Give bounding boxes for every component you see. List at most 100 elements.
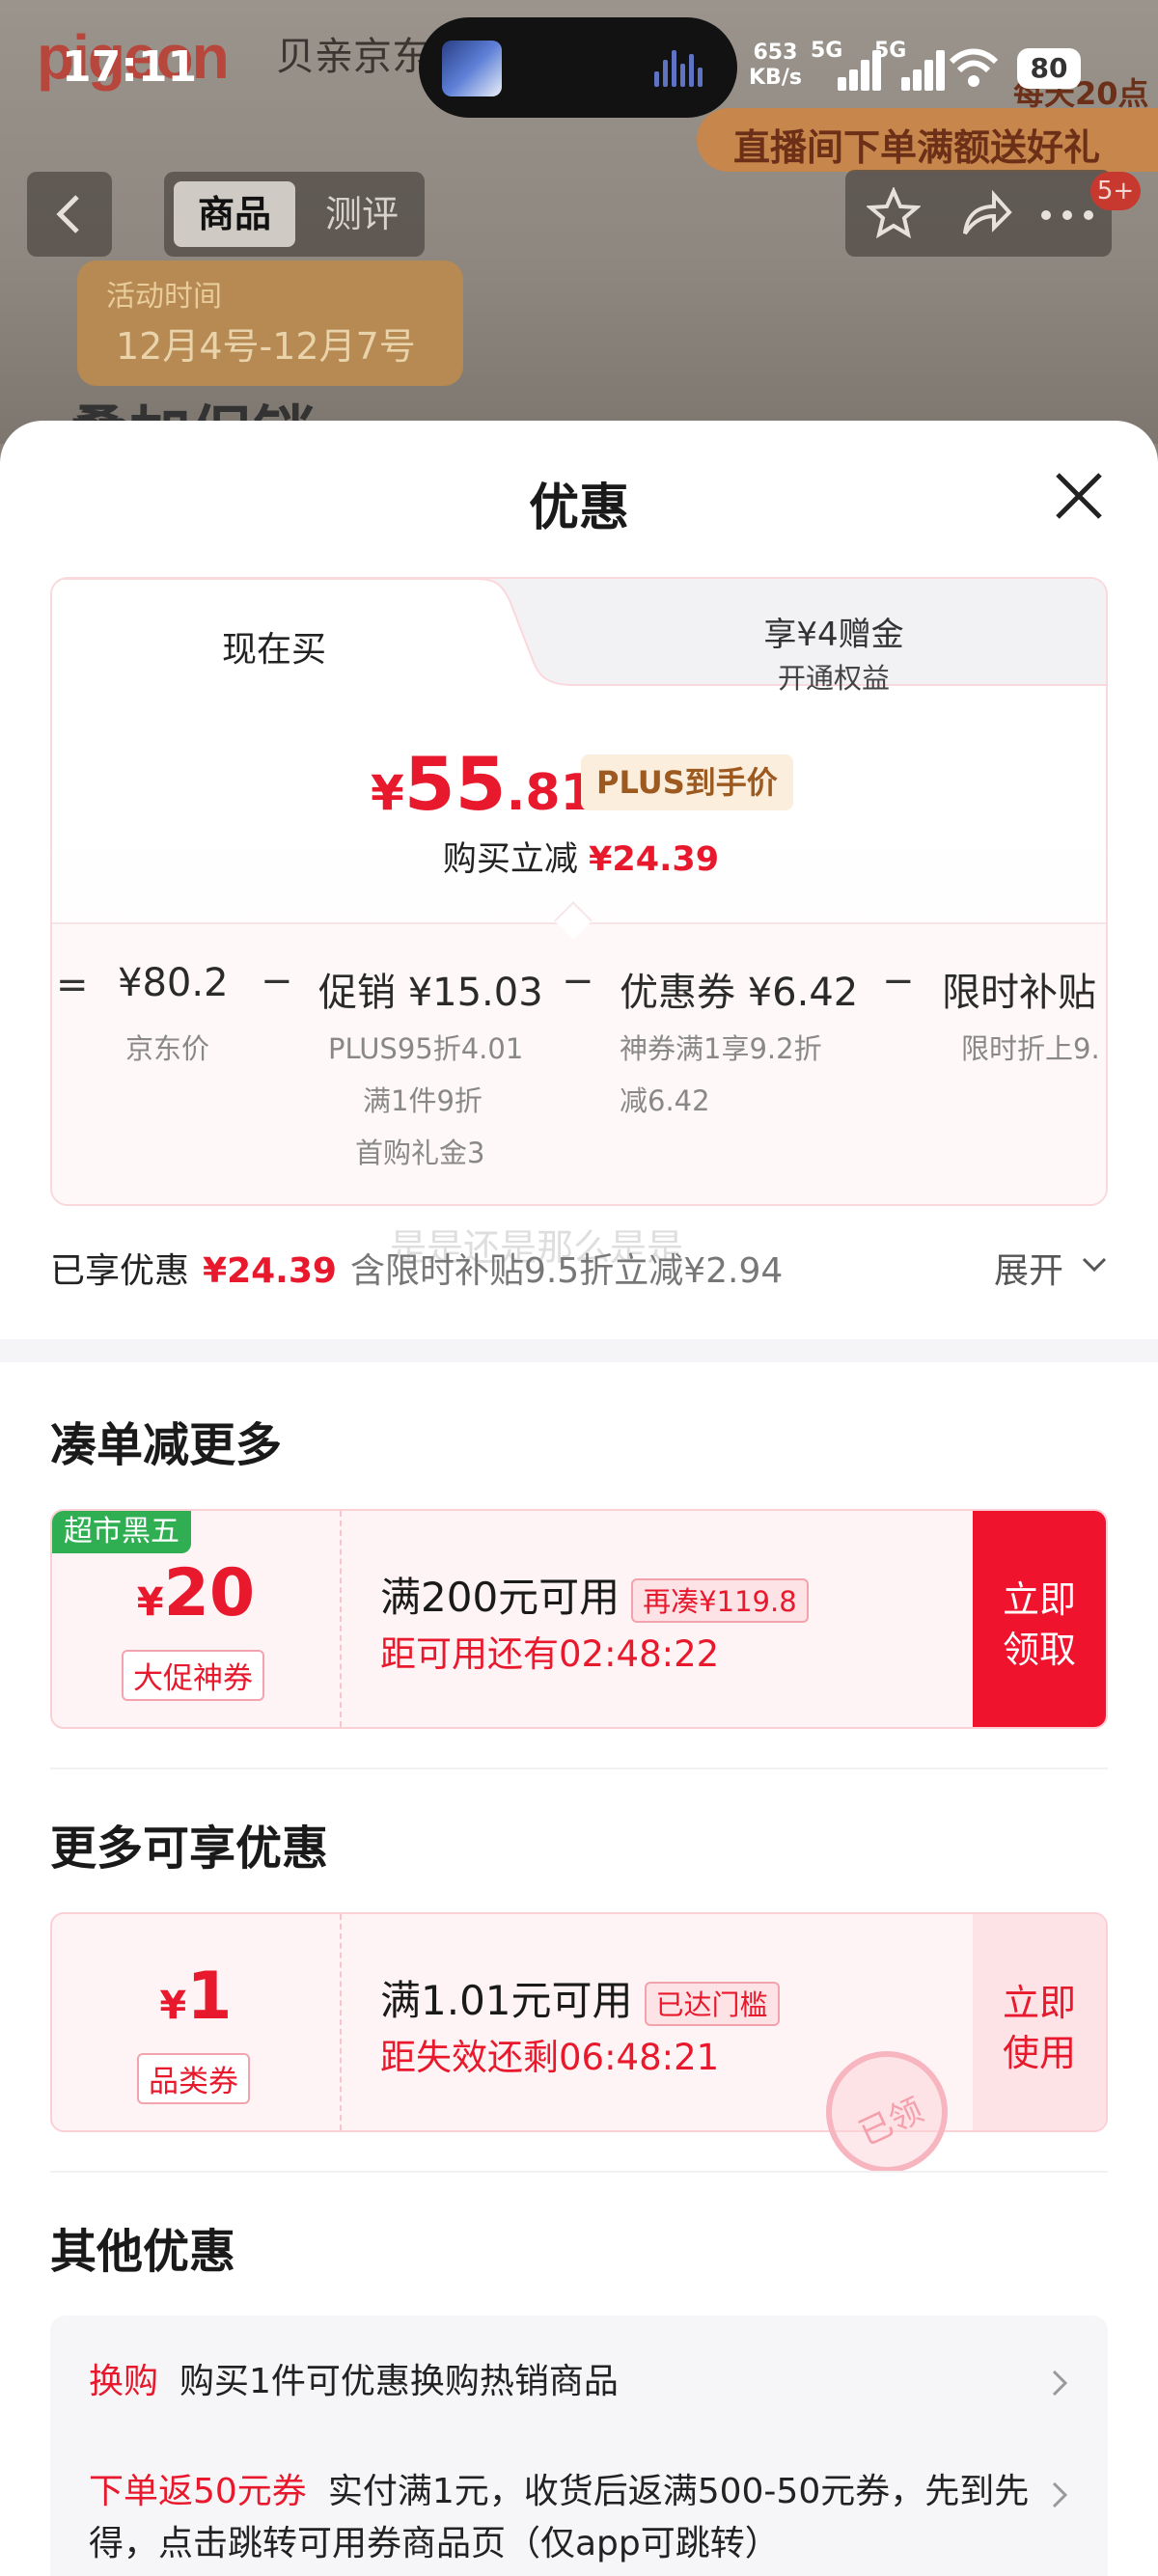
breakdown-jd-price: ¥80.2 xyxy=(118,961,229,1005)
signal-type-1: 5G xyxy=(811,39,843,63)
price-card: 现在买 享¥4赠金 开通权益 ¥55.81 PLUS到手价 购买立减 ¥24.3… xyxy=(50,577,1108,1206)
offer-row-cashback[interactable]: 下单返50元券 实付满1元，收货后返满500-50元券，先到先得，点击跳转可用券商… xyxy=(89,2466,1034,2570)
coupon-kind: 品类券 xyxy=(137,2053,250,2104)
use-button-line2: 使用 xyxy=(1002,2032,1076,2074)
coupon-timer: 距失效还剩06:48:21 xyxy=(380,2037,720,2078)
expand-button[interactable]: 展开 xyxy=(994,1243,1107,1293)
offer-text: 购买1件可优惠换购热销商品 xyxy=(179,2362,619,2401)
offer-row-exchange[interactable]: 换购 购买1件可优惠换购热销商品 xyxy=(89,2356,1015,2408)
page-tabs: 商品 测评 xyxy=(164,172,425,257)
price-currency: ¥ xyxy=(371,765,404,821)
section-title-more-save: 凑单减更多 xyxy=(50,1418,283,1472)
coupon-currency: ¥ xyxy=(159,1984,187,2028)
status-time: 17:11 xyxy=(62,42,198,92)
chevron-right-icon[interactable] xyxy=(1050,2480,1069,2510)
use-button[interactable]: 立即 使用 xyxy=(973,1914,1106,2130)
coupon-value: 20 xyxy=(163,1555,256,1631)
offer-label: 换购 xyxy=(89,2362,159,2401)
section-gap xyxy=(0,1339,1158,1362)
coupon-card-black-friday: 超市黑五 ¥20 大促神券 满200元可用 再凑¥119.8 距可用还有02:48… xyxy=(50,1509,1108,1729)
instant-reduction: 购买立减 ¥24.39 xyxy=(52,832,1106,881)
coupon-condition: 满200元可用 再凑¥119.8 xyxy=(380,1565,809,1624)
sheet-title: 优惠 xyxy=(528,480,629,537)
tab-goods[interactable]: 商品 xyxy=(174,181,295,247)
breakdown-promo: 促销 ¥15.03 xyxy=(318,971,543,1015)
coupon-value: 1 xyxy=(186,1959,233,2035)
activity-date: 12月4号-12月7号 xyxy=(116,325,416,368)
breakdown-sub: 满1件9折 xyxy=(363,1084,482,1117)
coupon-currency: ¥ xyxy=(136,1580,164,1625)
reduction-label: 购买立减 xyxy=(442,840,578,879)
discount-sheet: 优惠 现在买 享¥4赠金 开通权益 ¥55.81 PLUS到手价 购买立减 ¥2… xyxy=(0,421,1158,2576)
claim-button-line2: 领取 xyxy=(1002,1629,1076,1671)
chevron-down-icon xyxy=(1082,1257,1107,1273)
coupon-card-category: ¥1 品类券 满1.01元可用 已达门槛 距失效还剩06:48:21 立即 使用 xyxy=(50,1912,1108,2132)
claimed-stamp-text: 已领 xyxy=(853,2091,929,2154)
plus-price-tag: PLUS到手价 xyxy=(581,754,793,810)
dynamic-island xyxy=(419,17,737,118)
offer-label: 下单返50元券 xyxy=(89,2472,307,2511)
breakdown-sub: 限时折上9. xyxy=(961,1032,1100,1065)
audio-wave-icon xyxy=(654,50,710,87)
breakdown-operator: − xyxy=(261,959,293,1003)
star-icon[interactable] xyxy=(867,187,921,239)
tab-plus-bonus[interactable]: 享¥4赠金 xyxy=(583,608,1085,655)
use-button-line1: 立即 xyxy=(1002,1982,1076,2024)
wifi-icon xyxy=(949,48,999,87)
coupon-gap-tag: 再凑¥119.8 xyxy=(631,1577,809,1623)
tab-plus-subtitle: 开通权益 xyxy=(777,662,890,695)
section-title-other: 其他优惠 xyxy=(50,2225,236,2279)
claim-button[interactable]: 立即 领取 xyxy=(973,1511,1106,1727)
reduction-value: ¥24.39 xyxy=(589,840,720,879)
tab-buy-now[interactable]: 现在买 xyxy=(52,621,496,671)
back-arrow-icon xyxy=(56,195,79,233)
enjoyed-detail: 含限时补贴9.5折立减¥2.94 xyxy=(349,1251,784,1291)
price-integer: 55 xyxy=(403,741,507,827)
back-button[interactable] xyxy=(27,172,112,257)
chevron-right-icon[interactable] xyxy=(1050,2368,1069,2398)
enjoyed-label: 已享优惠 xyxy=(50,1251,190,1291)
battery-indicator: 80 xyxy=(1017,48,1081,89)
enjoyed-value: ¥24.39 xyxy=(203,1251,337,1291)
final-price: ¥55.81 xyxy=(371,741,595,827)
coupon-condition-text: 满200元可用 xyxy=(380,1574,620,1621)
breakdown-coupon: 优惠券 ¥6.42 xyxy=(620,971,859,1015)
close-icon[interactable] xyxy=(1052,469,1106,523)
breakdown-operator: − xyxy=(882,959,915,1003)
divider xyxy=(50,2171,1108,2173)
breakdown-operator: − xyxy=(562,959,594,1003)
coupon-amount: ¥1 xyxy=(52,1959,340,2035)
breakdown-sub: 减6.42 xyxy=(620,1084,710,1117)
coupon-condition: 满1.01元可用 已达门槛 xyxy=(380,1968,780,2027)
breakdown-sub: 神券满1享9.2折 xyxy=(620,1032,822,1065)
coupon-amount: ¥20 xyxy=(52,1555,340,1631)
coupon-condition-text: 满1.01元可用 xyxy=(380,1977,633,2024)
black-friday-tag: 超市黑五 xyxy=(52,1511,191,1553)
activity-title: 活动时间 xyxy=(106,280,222,314)
breakdown-subsidy: 限时补贴 ¥ xyxy=(942,971,1106,1015)
signal-icon: 5G xyxy=(811,39,881,91)
tab-review[interactable]: 测评 xyxy=(309,181,415,247)
signal-icon: 5G xyxy=(874,39,945,91)
other-offers-box: 换购 购买1件可优惠换购热销商品 下单返50元券 实付满1元，收货后返满500-50… xyxy=(50,2316,1108,2576)
coupon-timer: 距可用还有02:48:22 xyxy=(380,1633,720,1675)
net-speed-value: 653 xyxy=(753,41,798,65)
signal-type-2: 5G xyxy=(874,39,907,63)
status-bar: 17:11 653 KB/s 5G 5G 80 xyxy=(0,0,1158,135)
breakdown-sub: PLUS95折4.01 xyxy=(328,1032,524,1065)
breakdown-operator: = xyxy=(56,963,89,1007)
enjoyed-discount: 已享优惠 ¥24.39 含限时补贴9.5折立减¥2.94 xyxy=(50,1243,783,1293)
top-actions xyxy=(845,170,1112,257)
coupon-kind: 大促神券 xyxy=(122,1650,264,1701)
coupon-threshold-tag: 已达门槛 xyxy=(644,1981,780,2026)
expand-label: 展开 xyxy=(994,1251,1064,1291)
net-speed: 653 KB/s xyxy=(749,41,802,91)
more-badge: 5+ xyxy=(1090,172,1141,210)
claimed-stamp: 已领 xyxy=(826,2051,948,2173)
share-icon[interactable] xyxy=(959,187,1013,239)
breakdown-sub: 首购礼金3 xyxy=(355,1137,485,1169)
claim-button-line1: 立即 xyxy=(1002,1578,1076,1621)
media-app-icon xyxy=(442,41,502,96)
divider xyxy=(50,1768,1108,1769)
more-icon[interactable] xyxy=(1038,208,1096,222)
